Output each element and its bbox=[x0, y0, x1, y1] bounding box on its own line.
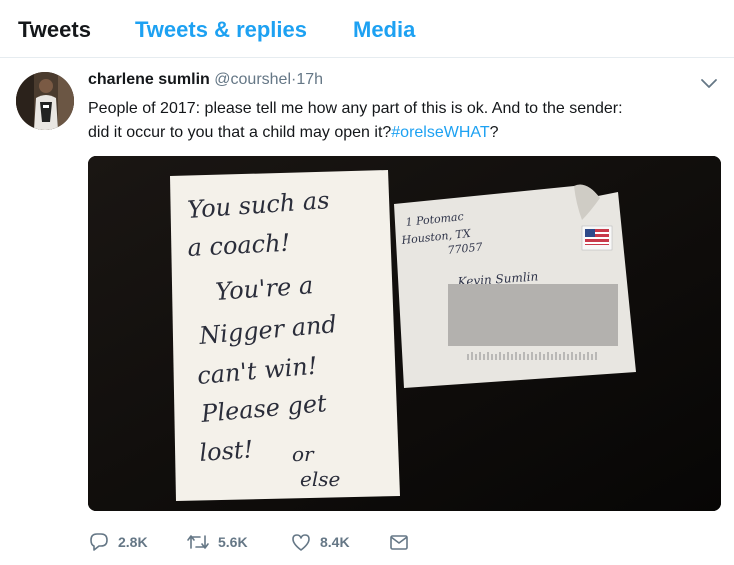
envelope-icon bbox=[388, 531, 410, 553]
timestamp[interactable]: 17h bbox=[296, 71, 323, 88]
redaction-box bbox=[448, 284, 618, 346]
tweet-actions: 2.8K 5.6K 8.4K bbox=[88, 530, 428, 554]
display-name[interactable]: charlene sumlin bbox=[88, 71, 210, 88]
note-aside-1: or bbox=[292, 442, 315, 466]
reply-button[interactable]: 2.8K bbox=[88, 530, 148, 554]
message-button[interactable] bbox=[388, 530, 410, 554]
note-aside-2: else bbox=[300, 467, 340, 491]
tweet-text: People of 2017: please tell me how any p… bbox=[88, 97, 718, 145]
profile-tabs: Tweets Tweets & replies Media bbox=[0, 0, 734, 58]
tweet-text-line2: did it occur to you that a child may ope… bbox=[88, 124, 392, 141]
photo-letter-and-envelope: You such as a coach! You're a Nigger and… bbox=[88, 156, 721, 511]
hashtag-link[interactable]: #orelseWHAT bbox=[391, 124, 489, 141]
retweet-count: 5.6K bbox=[218, 534, 248, 550]
reply-icon bbox=[88, 531, 110, 553]
handle[interactable]: @courshel bbox=[214, 71, 291, 88]
avatar[interactable] bbox=[16, 72, 74, 130]
retweet-icon bbox=[186, 531, 210, 553]
tweet-photo[interactable]: You such as a coach! You're a Nigger and… bbox=[88, 156, 721, 511]
chevron-down-icon[interactable] bbox=[698, 74, 720, 92]
tweet-header: charlene sumlin @courshel·17h bbox=[88, 71, 323, 89]
heart-icon bbox=[290, 531, 312, 553]
tweet-text-line1: People of 2017: please tell me how any p… bbox=[88, 100, 623, 117]
like-button[interactable]: 8.4K bbox=[290, 530, 350, 554]
note-line-7: lost! bbox=[198, 435, 254, 467]
tab-tweets[interactable]: Tweets bbox=[18, 17, 91, 43]
like-count: 8.4K bbox=[320, 534, 350, 550]
retweet-button[interactable]: 5.6K bbox=[186, 530, 248, 554]
tweet-text-end: ? bbox=[489, 124, 499, 141]
reply-count: 2.8K bbox=[118, 534, 148, 550]
tab-tweets-and-replies[interactable]: Tweets & replies bbox=[135, 17, 307, 43]
tab-media[interactable]: Media bbox=[353, 17, 415, 43]
note-line-2: a coach! bbox=[187, 229, 291, 262]
flag-stamp bbox=[581, 225, 613, 251]
